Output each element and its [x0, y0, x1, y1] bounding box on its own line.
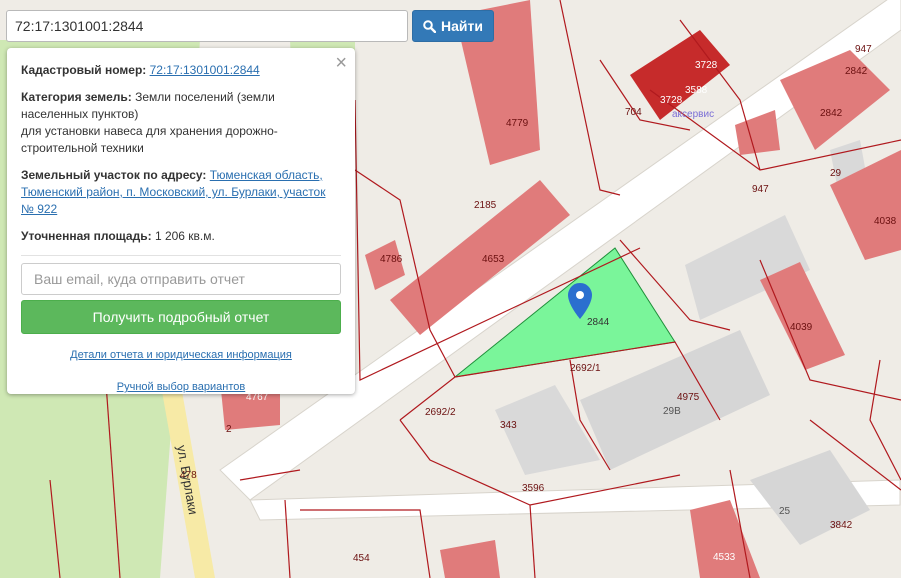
- parcel-label: 4653: [482, 254, 505, 265]
- parcel-label: 29В: [663, 406, 681, 417]
- parcel-label: 3842: [830, 520, 853, 531]
- parcel-label: 3588: [685, 85, 708, 96]
- search-button[interactable]: Найти: [412, 10, 494, 42]
- manual-select-link[interactable]: Ручной выбор вариантов: [21, 379, 341, 396]
- parcel-label: 4786: [380, 254, 403, 265]
- area-value: 1 206 кв.м.: [154, 229, 215, 243]
- category-label: Категория земель:: [21, 90, 132, 104]
- parcel-label: 2842: [845, 66, 868, 77]
- parcel-label: 2185: [474, 200, 497, 211]
- parcel-label: 4533: [713, 552, 736, 563]
- parcel-label: 25: [779, 506, 791, 517]
- area-row: Уточненная площадь: 1 206 кв.м.: [21, 228, 341, 245]
- parcel-label: 29: [830, 168, 842, 179]
- divider: [21, 255, 341, 256]
- parcel-label: 4975: [677, 392, 700, 403]
- search-icon: [423, 19, 437, 33]
- category-purpose: для установки навеса для хранения дорожн…: [21, 124, 278, 155]
- parcel-label: 947: [752, 184, 769, 195]
- parcel-label: 3728: [695, 60, 718, 71]
- search-button-label: Найти: [441, 18, 483, 34]
- parcel-label: 4039: [790, 322, 813, 333]
- cadastral-link[interactable]: 72:17:1301001:2844: [150, 63, 260, 77]
- details-link[interactable]: Детали отчета и юридическая информация: [21, 347, 341, 364]
- parcel-label: 454: [353, 553, 370, 564]
- search-input[interactable]: [6, 10, 408, 42]
- cadastral-label: Кадастровый номер:: [21, 63, 147, 77]
- parcel-label: 343: [500, 420, 517, 431]
- close-icon[interactable]: ×: [335, 53, 347, 73]
- cadastral-row: Кадастровый номер: 72:17:1301001:2844: [21, 62, 341, 79]
- parcel-label: 2692/1: [570, 363, 601, 374]
- email-field[interactable]: [21, 263, 341, 295]
- parcel-info-panel: × Кадастровый номер: 72:17:1301001:2844 …: [7, 48, 355, 394]
- poi-label[interactable]: аксервис: [672, 109, 714, 120]
- category-row: Категория земель: Земли поселений (земли…: [21, 89, 341, 157]
- parcel-label: 2842: [820, 108, 843, 119]
- parcel-label: 2844: [587, 317, 610, 328]
- parcel-label: 2692/2: [425, 407, 456, 418]
- parcel-label: 2: [226, 424, 232, 435]
- parcel-label: 3596: [522, 483, 545, 494]
- parcel-label: 4038: [874, 216, 897, 227]
- area-label: Уточненная площадь:: [21, 229, 152, 243]
- get-report-button[interactable]: Получить подробный отчет: [21, 300, 341, 334]
- parcel-label: 3728: [660, 95, 683, 106]
- parcel-label: 947: [855, 44, 872, 55]
- address-label: Земельный участок по адресу:: [21, 168, 207, 182]
- parcel-label: 704: [625, 107, 642, 118]
- parcel-label: 4779: [506, 118, 529, 129]
- address-row: Земельный участок по адресу: Тюменская о…: [21, 167, 341, 218]
- search-bar: Найти: [6, 10, 494, 42]
